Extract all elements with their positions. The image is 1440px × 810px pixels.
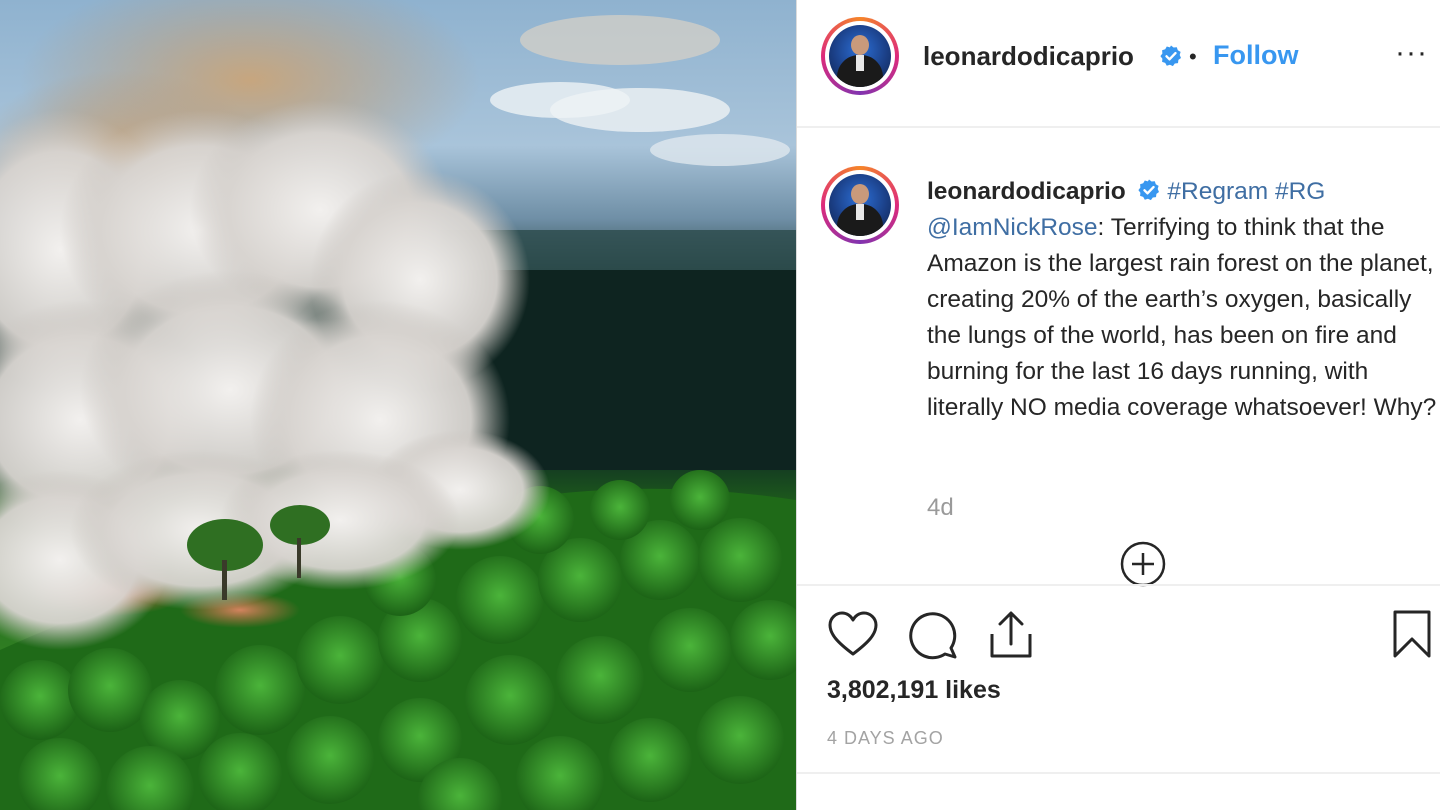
comment-icon[interactable]: [907, 610, 959, 660]
verified-icon: [1160, 45, 1181, 67]
post-header: leonardodicaprio • Follow ···: [797, 0, 1440, 128]
hashtag-regram[interactable]: #Regram: [1167, 178, 1268, 205]
actions-divider: [797, 584, 1440, 586]
footer-divider: [797, 772, 1440, 774]
post-side-panel: leonardodicaprio • Follow ··· leonardodi…: [797, 0, 1440, 810]
post-caption: leonardodicaprio #Regram #RG @IamNickRos…: [927, 174, 1437, 426]
caption-avatar[interactable]: [821, 166, 899, 244]
share-icon[interactable]: [987, 608, 1035, 660]
avatar[interactable]: [821, 17, 899, 95]
caption-timestamp[interactable]: 4d: [927, 494, 954, 522]
header-username[interactable]: leonardodicaprio: [923, 41, 1134, 72]
post-image[interactable]: [0, 0, 796, 810]
likes-count[interactable]: 3,802,191 likes: [827, 676, 1001, 705]
more-options-button[interactable]: ···: [1395, 36, 1428, 70]
mention-link[interactable]: @IamNickRose: [927, 214, 1098, 241]
heart-icon[interactable]: [827, 610, 879, 658]
forest-fire-illustration: [0, 0, 796, 810]
post-date: 4 DAYS AGO: [827, 728, 944, 748]
bookmark-icon[interactable]: [1391, 608, 1433, 660]
hashtag-rg[interactable]: #RG: [1275, 178, 1325, 205]
verified-icon: [1137, 179, 1159, 201]
follow-button[interactable]: Follow: [1213, 40, 1298, 71]
load-more-icon[interactable]: [1119, 540, 1167, 588]
header-separator: •: [1189, 44, 1197, 69]
caption-username[interactable]: leonardodicaprio: [927, 178, 1126, 205]
caption-text: : Terrifying to think that the Amazon is…: [927, 214, 1437, 421]
